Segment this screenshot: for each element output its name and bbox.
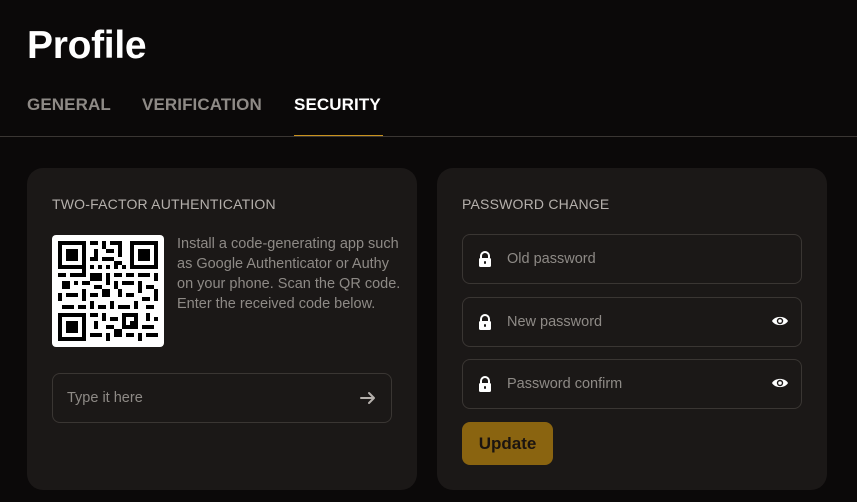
two-factor-heading: TWO-FACTOR AUTHENTICATION <box>52 196 276 212</box>
old-password-input[interactable] <box>463 235 801 283</box>
two-factor-instructions: Install a code-generating app such as Go… <box>177 236 401 312</box>
two-factor-card: TWO-FACTOR AUTHENTICATION Install a code… <box>27 168 417 490</box>
arrow-right-icon[interactable] <box>359 389 377 407</box>
qr-code <box>52 235 164 347</box>
tab-bar: GENERAL VERIFICATION SECURITY <box>0 90 857 138</box>
update-button[interactable]: Update <box>462 422 553 465</box>
old-password-field <box>462 234 802 284</box>
page-title: Profile <box>27 24 147 67</box>
password-change-card: PASSWORD CHANGE Update <box>437 168 827 490</box>
tab-divider <box>0 136 857 137</box>
eye-icon[interactable] <box>771 376 789 390</box>
password-change-heading: PASSWORD CHANGE <box>462 196 610 212</box>
tab-general[interactable]: GENERAL <box>27 95 111 115</box>
tab-security[interactable]: SECURITY <box>294 95 381 115</box>
lock-icon <box>479 376 491 392</box>
code-input[interactable] <box>53 374 391 422</box>
new-password-input[interactable] <box>463 298 801 346</box>
eye-icon[interactable] <box>771 314 789 328</box>
code-field <box>52 373 392 423</box>
qr-code-image <box>58 241 158 341</box>
confirm-password-field <box>462 359 802 409</box>
profile-page: Profile GENERAL VERIFICATION SECURITY TW… <box>0 0 857 502</box>
lock-icon <box>479 251 491 267</box>
confirm-password-input[interactable] <box>463 360 801 408</box>
new-password-field <box>462 297 802 347</box>
lock-icon <box>479 314 491 330</box>
tab-verification[interactable]: VERIFICATION <box>142 95 262 115</box>
